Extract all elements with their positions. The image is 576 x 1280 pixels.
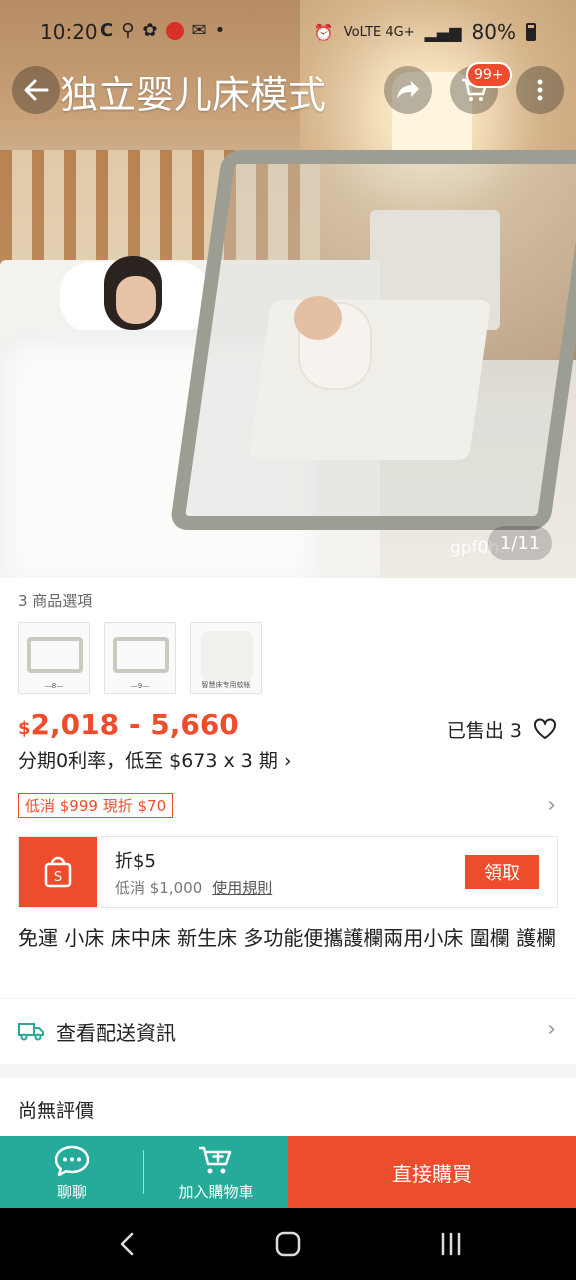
buy-now-button[interactable]: 直接購買 (288, 1136, 576, 1208)
carrier-c-icon: C (100, 20, 114, 41)
bottom-action-bar: 聊聊 加入購物車 直接購買 (0, 1136, 576, 1208)
crib-thumbnail-image (27, 637, 83, 673)
shopping-bag-icon: S (44, 856, 72, 888)
image-pager: 1/11 (488, 526, 552, 560)
sold-count: 已售出 3 (446, 720, 522, 742)
hero-top-bar: 独立婴儿床模式 99+ (0, 60, 576, 120)
installment-info[interactable]: 分期0利率，低至 $673 x 3 期 › (18, 746, 292, 773)
net-thumbnail-image (201, 631, 253, 681)
svg-text:S: S (54, 870, 62, 885)
more-vertical-icon (537, 79, 543, 101)
chat-label: 聊聊 (56, 1183, 87, 1201)
option-thumbnail[interactable]: —9— (104, 622, 176, 694)
mail-icon: ✉ (191, 20, 207, 41)
divider (0, 998, 576, 999)
option-thumbnail[interactable]: 智慧床专用蚊帐 (190, 622, 262, 694)
cart-add-icon (199, 1146, 232, 1174)
arrow-left-icon (24, 79, 49, 101)
dot-icon: • (214, 20, 226, 41)
hero-crib-mattress (248, 300, 492, 460)
share-arrow-icon (397, 81, 419, 99)
voucher-card: S 折$5 低消 $1,000 使用規則 領取 (18, 836, 558, 908)
nav-home-icon[interactable] (274, 1230, 302, 1258)
network-label: VoLTE 4G+ (343, 24, 415, 40)
back-button[interactable] (12, 66, 60, 114)
status-bar: 10:20 C ⚲ ✿ ✉ • ⏰ VoLTE 4G+ ▂▄▆ 80% (0, 0, 576, 64)
claim-voucher-button[interactable]: 領取 (465, 855, 539, 889)
crib-thumbnail-image (113, 637, 169, 673)
chevron-right-icon: › (547, 1017, 556, 1042)
image-title-overlay: 独立婴儿床模式 (60, 73, 327, 117)
price-currency: $ (18, 718, 31, 739)
red-app-icon (165, 21, 184, 40)
favorite-button[interactable] (532, 716, 558, 742)
location-pin-icon: ⚲ (121, 20, 135, 41)
discount-tag[interactable]: 低消 $999 現折 $70 (18, 793, 174, 818)
status-time: 10:20 (40, 20, 98, 44)
chat-bubble-icon (54, 1145, 90, 1177)
reviews-label: 尚無評價 (18, 1100, 95, 1122)
thumbnail-caption: —9— (130, 682, 150, 690)
truck-icon (18, 1023, 44, 1041)
more-options-button[interactable] (516, 66, 564, 114)
battery-level: 80% (471, 20, 516, 44)
thumbnail-caption: —8— (44, 682, 64, 690)
hero-parent-face (116, 276, 156, 324)
section-separator (0, 1064, 576, 1078)
nav-recents-icon[interactable] (438, 1230, 464, 1258)
status-icons-left: C ⚲ ✿ ✉ • (100, 20, 225, 41)
product-title: 免運 小床 床中床 新生床 多功能便攜護欄兩用小床 圍欄 護欄 (18, 926, 557, 950)
alarm-icon: ⏰ (313, 22, 334, 42)
signal-icon: ▂▄▆ (424, 22, 462, 42)
thumbnail-caption: 智慧床专用蚊帐 (201, 681, 251, 689)
share-button[interactable] (384, 66, 432, 114)
cart-count-badge: 99+ (466, 62, 512, 88)
voucher-title: 折$5 (115, 851, 156, 872)
options-count-label: 3 商品選項 (18, 592, 93, 610)
system-navigation-bar (0, 1208, 576, 1280)
delivery-label: 查看配送資訊 (56, 1021, 176, 1045)
price-range: $2,018 - 5,660 (18, 708, 239, 741)
option-thumbnail[interactable]: —8— (18, 622, 90, 694)
voucher-rules-link[interactable]: 使用規則 (212, 879, 272, 897)
voucher-min-spend: 低消 $1,000 (115, 879, 203, 897)
voucher-conditions: 低消 $1,000 使用規則 (115, 877, 272, 898)
add-to-cart-label: 加入購物車 (178, 1183, 254, 1201)
chat-button[interactable]: 聊聊 (0, 1136, 144, 1208)
chevron-right-icon[interactable]: › (547, 793, 556, 818)
price-value: 2,018 - 5,660 (30, 708, 239, 741)
nav-back-icon[interactable] (116, 1230, 140, 1258)
heart-icon (534, 718, 556, 739)
voucher-shop-logo: S (19, 837, 97, 907)
hero-baby-head (294, 296, 342, 340)
status-right: ⏰ VoLTE 4G+ ▂▄▆ 80% (314, 20, 536, 44)
clover-icon: ✿ (142, 20, 158, 41)
delivery-info-row[interactable]: 查看配送資訊 › (0, 1000, 576, 1064)
option-thumbnails: —8— —9— 智慧床专用蚊帐 (18, 622, 262, 694)
add-to-cart-button[interactable]: 加入購物車 (144, 1136, 288, 1208)
battery-icon (526, 23, 536, 41)
